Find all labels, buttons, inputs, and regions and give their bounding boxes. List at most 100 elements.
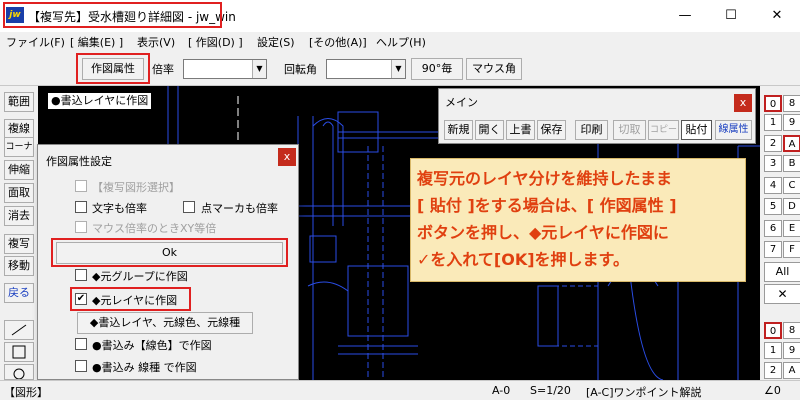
write-layer-label: ●書込レイヤに作図 (48, 93, 152, 109)
layer-btn-B[interactable]: B (783, 155, 800, 172)
rotate-90-button[interactable]: 90°毎 (411, 58, 463, 80)
tool-stretch[interactable]: 伸縮 (4, 160, 34, 180)
layer-btn-8[interactable]: 8 (783, 95, 800, 112)
ok-highlight-box (51, 238, 288, 267)
layer-btn-6[interactable]: 6 (764, 220, 782, 237)
layer-btn-E[interactable]: E (783, 220, 800, 237)
palette-overwrite-button[interactable]: 上書 (506, 120, 535, 140)
line-type-label: ●書込み 線種 で作図 (92, 361, 197, 374)
layer-btn-9[interactable]: 9 (783, 114, 800, 131)
dialog-title: 作図属性設定 (46, 155, 112, 168)
line-color-label: ●書込み【線色】で作図 (92, 339, 212, 352)
menu-draw[interactable]: [ 作図(D) ] (188, 34, 243, 50)
layer-btn-7[interactable]: 7 (764, 241, 782, 258)
tool-erase[interactable]: 消去 (4, 206, 34, 226)
close-window-button[interactable]: ✕ (754, 0, 800, 32)
status-mode: 【図形】 (4, 386, 48, 399)
tool-parallel-line[interactable]: 複線 (4, 119, 34, 139)
palette-copy-button[interactable]: コピー (648, 120, 679, 140)
tool-rectangle[interactable] (4, 342, 34, 362)
point-scale-label: 点マーカも倍率 (201, 202, 278, 215)
menu-view[interactable]: 表示(V) (137, 34, 175, 50)
palette-paste-button[interactable]: 貼付 (681, 120, 712, 140)
tool-corner[interactable]: コーナー (4, 137, 34, 170)
palette-save-button[interactable]: 保存 (537, 120, 566, 140)
left-tool-panel: 範囲 複線 コーナー 伸縮 面取 消去 複写 移動 戻る (0, 86, 38, 380)
group-btn-1[interactable]: 1 (764, 342, 782, 359)
layer-btn-C[interactable]: C (783, 177, 800, 194)
tool-move[interactable]: 移動 (4, 256, 34, 276)
palette-line-attr-button[interactable]: 線属性 (715, 120, 752, 140)
xy-equal-checkbox[interactable] (75, 221, 87, 233)
status-scale[interactable]: S=1/20 (530, 384, 571, 397)
palette-cut-button[interactable]: 切取 (613, 120, 646, 140)
line-type-checkbox[interactable] (75, 360, 87, 372)
write-layer-line-button[interactable]: ◆書込レイヤ、元線色、元線種 (77, 312, 253, 334)
close-icon[interactable]: x (278, 148, 296, 166)
palette-open-button[interactable]: 開く (475, 120, 504, 140)
callout-line-3: ボタンを押し、◆元レイヤに作図に (417, 223, 669, 242)
group-btn-0[interactable]: 0 (764, 322, 782, 339)
tool-range[interactable]: 範囲 (4, 92, 34, 112)
menu-other[interactable]: [その他(A)] (309, 34, 367, 50)
group-btn-A[interactable]: A (783, 362, 800, 379)
mouse-angle-button[interactable]: マウス角 (466, 58, 522, 80)
text-scale-checkbox[interactable] (75, 201, 87, 213)
palette-new-button[interactable]: 新規 (444, 120, 473, 140)
title-bar: jw 【複写先】受水槽廻り詳細図 - jw_win — ☐ ✕ (0, 0, 800, 32)
text-scale-label: 文字も倍率 (92, 202, 147, 215)
line-color-checkbox[interactable] (75, 338, 87, 350)
group-btn-8[interactable]: 8 (783, 322, 800, 339)
menu-edit[interactable]: [ 編集(E) ] (70, 34, 123, 50)
layer-btn-2[interactable]: 2 (764, 135, 782, 152)
layer-clear-button[interactable]: ✕ (764, 284, 800, 304)
xy-equal-label: マウス倍率のときXY等倍 (92, 222, 217, 235)
minimize-button[interactable]: — (662, 0, 708, 32)
tool-circle[interactable] (4, 364, 34, 380)
palette-print-button[interactable]: 印刷 (575, 120, 608, 140)
close-icon[interactable]: x (734, 94, 752, 112)
tool-line[interactable] (4, 320, 34, 340)
title-highlight-box (3, 2, 222, 28)
layer-btn-A[interactable]: A (783, 135, 800, 152)
main-palette-title: メイン (445, 96, 478, 109)
layer-btn-F[interactable]: F (783, 241, 800, 258)
layer-btn-1[interactable]: 1 (764, 114, 782, 131)
tool-copy[interactable]: 複写 (4, 234, 34, 254)
rotation-label: 回転角 (284, 63, 317, 76)
point-scale-checkbox[interactable] (183, 201, 195, 213)
menu-settings[interactable]: 設定(S) (257, 34, 295, 50)
draw-attr-highlight-box (76, 53, 150, 84)
group-btn-9[interactable]: 9 (783, 342, 800, 359)
layer-btn-4[interactable]: 4 (764, 177, 782, 194)
fig-select-checkbox[interactable] (75, 180, 87, 192)
chevron-down-icon: ▼ (391, 60, 405, 78)
maximize-button[interactable]: ☐ (708, 0, 754, 32)
src-layer-highlight-box (70, 287, 191, 311)
draw-attr-dialog: 作図属性設定 x 【複写図形選択】 文字も倍率 点マーカも倍率 マウス倍率のとき… (37, 144, 299, 380)
menu-help[interactable]: ヘルプ(H) (376, 34, 426, 50)
toolbar: 作図属性 倍率 ▼ 回転角 ▼ 90°毎 マウス角 (0, 50, 800, 86)
layer-all-button[interactable]: All (764, 262, 800, 282)
scale-label: 倍率 (152, 63, 174, 76)
status-angle: ∠0 (764, 384, 781, 397)
layer-btn-3[interactable]: 3 (764, 155, 782, 172)
instruction-callout: 複写元のレイヤ分けを維持したまま [ 貼付 ]をする場合は、[ 作図属性 ] ボ… (410, 158, 746, 282)
status-hint: [A-C]ワンポイント解説 (586, 386, 702, 399)
menu-bar: ファイル(F) [ 編集(E) ] 表示(V) [ 作図(D) ] 設定(S) … (0, 32, 800, 50)
menu-file[interactable]: ファイル(F) (6, 34, 65, 50)
group-btn-2[interactable]: 2 (764, 362, 782, 379)
status-layer: A-0 (492, 384, 511, 397)
layer-group-btn-0[interactable]: 0 (764, 95, 782, 112)
tool-chamfer[interactable]: 面取 (4, 183, 34, 203)
rotation-combo[interactable]: ▼ (326, 59, 406, 79)
tool-undo[interactable]: 戻る (4, 283, 34, 303)
layer-btn-5[interactable]: 5 (764, 198, 782, 215)
layer-btn-D[interactable]: D (783, 198, 800, 215)
src-group-checkbox[interactable] (75, 269, 87, 281)
callout-line-4: ✓を入れて[OK]を押します。 (417, 250, 629, 269)
main-palette: メイン x 新規 開く 上書 保存 印刷 切取 コピー 貼付 線属性 (438, 88, 756, 144)
line-tool-icon (11, 324, 27, 336)
scale-combo[interactable]: ▼ (183, 59, 267, 79)
fig-select-label: 【複写図形選択】 (92, 181, 180, 194)
